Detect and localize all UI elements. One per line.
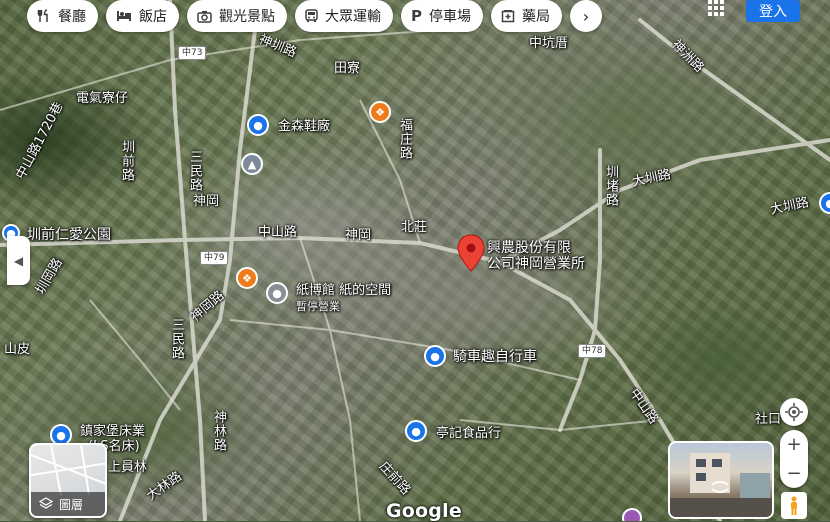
chip-label: 藥局 — [522, 9, 550, 25]
parking-icon: P — [411, 7, 422, 25]
chip-label: 停車場 — [429, 9, 471, 25]
layers-label-bar: 圖層 — [31, 492, 105, 516]
google-logo: Google — [386, 500, 462, 522]
login-button[interactable]: 登入 — [746, 0, 800, 22]
road-label: 圳堵路 — [603, 165, 618, 207]
poi-label[interactable]: 紙博館 紙的空間 — [296, 284, 391, 297]
road-shield: 中79 — [200, 251, 229, 265]
collapse-panel-button[interactable]: ◀ — [7, 236, 30, 285]
crosshair-icon — [785, 403, 803, 421]
chip-label: 觀光景點 — [219, 9, 275, 25]
restaurant-icon[interactable]: ❖ — [236, 267, 258, 289]
apps-grid-icon[interactable] — [706, 0, 726, 16]
layers-label: 圖層 — [59, 497, 84, 512]
zoom-controls: + − — [780, 430, 808, 488]
zoom-out-button[interactable]: − — [786, 463, 801, 484]
road-label: 中山路 — [258, 225, 298, 240]
area-label: 山皮 — [4, 342, 31, 357]
poi-status: 暫停營業 — [296, 300, 340, 313]
shopping-bag-icon[interactable]: ● — [424, 345, 446, 367]
poi-label[interactable]: 亭記食品行 — [436, 427, 501, 440]
bus-icon — [305, 9, 318, 23]
road-label: 三民路 — [169, 318, 184, 360]
shopping-bag-icon[interactable]: ● — [405, 420, 427, 442]
pin-label[interactable]: 興農股份有限 — [487, 241, 571, 255]
area-label: 中坑厝 — [529, 36, 569, 51]
chevron-right-icon: › — [582, 6, 590, 26]
my-location-button[interactable] — [780, 398, 808, 426]
museum-icon[interactable]: ● — [266, 282, 288, 304]
area-label: 田寮 — [334, 61, 361, 76]
road-label: 福庄路 — [397, 118, 412, 160]
road-label: 三民路 — [187, 150, 202, 192]
poi-label[interactable]: 圳前仁愛公園 — [27, 228, 111, 242]
bed-icon — [116, 10, 132, 22]
chip-label: 餐廳 — [58, 9, 86, 25]
chip-attractions[interactable]: 觀光景點 — [187, 0, 287, 32]
chip-label: 大眾運輸 — [325, 9, 381, 25]
road-shield: 中78 — [578, 344, 607, 358]
pegman-icon[interactable] — [781, 492, 807, 519]
street-view-preview — [670, 453, 772, 517]
area-label: 上員林 — [108, 460, 148, 475]
chip-hotels[interactable]: 飯店 — [106, 0, 179, 32]
layers-preview — [31, 445, 105, 496]
pin-label[interactable]: 公司神岡營業所 — [487, 257, 585, 271]
poi-label[interactable]: 騎車趣自行車 — [453, 350, 537, 364]
restaurant-icon[interactable]: ❖ — [369, 101, 391, 123]
layers-button[interactable]: 圖層 — [29, 443, 107, 518]
zoom-in-button[interactable]: + — [786, 434, 801, 455]
location-pin-icon[interactable] — [457, 234, 485, 272]
chip-restaurants[interactable]: 餐廳 — [27, 0, 98, 32]
place-icon[interactable] — [622, 508, 642, 521]
area-label: 神岡 — [345, 228, 372, 243]
chip-parking[interactable]: P 停車場 — [401, 0, 483, 32]
chip-pharmacy[interactable]: 藥局 — [491, 0, 562, 32]
poi-label[interactable]: 金森鞋廠 — [278, 120, 330, 133]
road-label: 神林路 — [211, 410, 226, 452]
road-shield: 中73 — [178, 46, 207, 60]
category-chips: 餐廳 飯店 觀光景點 大眾運輸 P 停車場 藥局 › — [27, 0, 602, 32]
poi-label[interactable]: 鎮家堡床業 — [80, 425, 145, 438]
area-label: 神岡 — [193, 194, 220, 209]
pharmacy-icon — [501, 9, 515, 23]
school-icon[interactable]: ▲ — [241, 153, 263, 175]
chevron-left-icon: ◀ — [13, 253, 24, 268]
chip-transit[interactable]: 大眾運輸 — [295, 0, 393, 32]
chips-more-button[interactable]: › — [570, 0, 602, 32]
area-label: 社口 — [755, 412, 782, 427]
camera-icon — [197, 10, 212, 23]
street-view-thumbnail[interactable] — [668, 441, 774, 519]
road-label: 圳前路 — [119, 140, 134, 182]
layers-icon — [39, 497, 53, 509]
chip-label: 飯店 — [139, 9, 167, 25]
utensils-icon — [37, 9, 51, 23]
area-label: 北莊 — [401, 220, 428, 235]
shopping-bag-icon[interactable]: ● — [247, 114, 269, 136]
area-label: 電氣寮仔 — [76, 91, 129, 106]
